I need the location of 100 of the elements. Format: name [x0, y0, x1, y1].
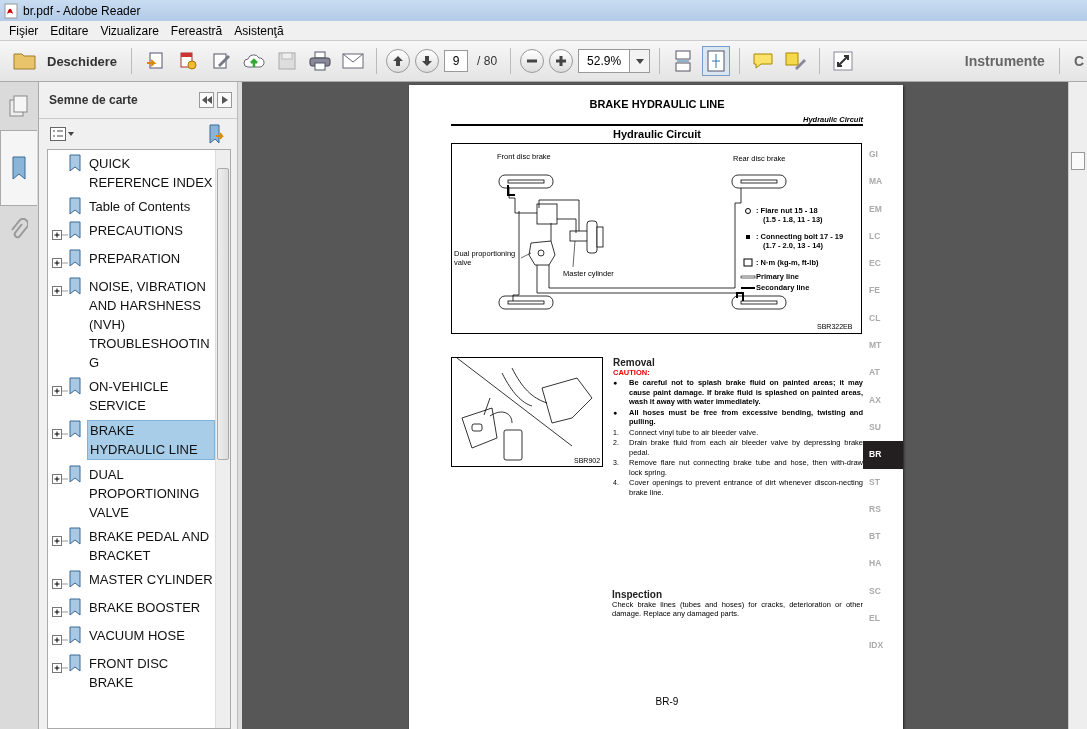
- section-index-label: GI: [868, 148, 879, 161]
- fit-page-button[interactable]: [702, 46, 731, 76]
- expand-toggle-icon[interactable]: [52, 386, 68, 396]
- expand-toggle-icon[interactable]: [52, 286, 68, 296]
- menu-item[interactable]: Fereastră: [164, 23, 229, 38]
- collapse-panel-button[interactable]: [199, 92, 214, 108]
- bookmark-item[interactable]: PRECAUTIONS: [87, 221, 215, 240]
- bookmark-icon: [69, 654, 81, 672]
- previous-page-button[interactable]: [386, 49, 411, 73]
- up-arrow-icon: [392, 55, 405, 67]
- folder-icon: [13, 51, 37, 71]
- printer-icon: [309, 51, 332, 71]
- bookmark-icon: [69, 154, 81, 172]
- leader-line: [572, 240, 576, 268]
- expand-toggle-icon[interactable]: [52, 663, 68, 673]
- cloud-upload-icon: [243, 51, 266, 71]
- section-index-label: AX: [868, 393, 882, 407]
- document-gear-icon: [178, 51, 199, 71]
- panel-tab[interactable]: [0, 130, 37, 206]
- menu-item[interactable]: Fişier: [3, 23, 45, 38]
- menu-item[interactable]: Vizualizare: [94, 23, 165, 38]
- section-index-label: IDX: [868, 639, 885, 653]
- tools-button[interactable]: Instrumente: [959, 50, 1050, 72]
- expand-toggle-icon[interactable]: [52, 258, 68, 268]
- highlighter-icon: [785, 51, 808, 71]
- page-header: BRAKE HYDRAULIC LINE: [588, 98, 726, 110]
- wrench-symbol-icon: [743, 258, 753, 267]
- expand-toggle-icon[interactable]: [52, 429, 68, 439]
- bookmark-item[interactable]: PREPARATION: [87, 249, 215, 268]
- page-number-field[interactable]: 9: [444, 50, 469, 72]
- bookmark-icon: [69, 527, 81, 545]
- inspection-heading: Inspection: [612, 589, 663, 600]
- bookmark-item[interactable]: MASTER CYLINDER: [87, 570, 215, 589]
- section-index-label: AT: [868, 366, 881, 380]
- bookmark-arrow-icon: [208, 124, 226, 144]
- speech-bubble-icon: [752, 51, 775, 71]
- section-index-label: ST: [868, 475, 881, 489]
- section-index-label: MT: [868, 339, 883, 353]
- bookmark-item[interactable]: DUAL PROPORTIONING VALVE: [87, 465, 215, 522]
- bookmark-icon: [69, 570, 81, 588]
- bolt-symbol-icon: [746, 235, 750, 239]
- bookmark-icon: [69, 221, 81, 239]
- bookmark-item[interactable]: BRAKE BOOSTER: [87, 598, 215, 617]
- pencil-document-icon: [211, 51, 232, 71]
- bookmark-icon: [69, 598, 81, 616]
- menu-item[interactable]: Asistenţă: [228, 23, 290, 38]
- open-button[interactable]: Deschidere: [8, 47, 123, 75]
- zoom-dropdown-button[interactable]: [630, 49, 651, 73]
- down-arrow-icon: [421, 55, 434, 67]
- section-index-label: FE: [868, 284, 881, 298]
- plus-icon: [555, 55, 568, 67]
- window-title: br.pdf - Adobe Reader: [23, 3, 141, 18]
- fit-page-icon: [706, 50, 727, 72]
- double-left-arrow-icon: [201, 96, 212, 104]
- expand-toggle-icon[interactable]: [52, 536, 68, 546]
- expand-toggle-icon[interactable]: [52, 474, 68, 484]
- flare-nut-symbol-icon: [745, 208, 751, 214]
- bookmark-item[interactable]: QUICK REFERENCE INDEX: [87, 154, 215, 192]
- bookmark-icon: [69, 197, 81, 215]
- next-page-button[interactable]: [415, 49, 440, 73]
- right-arrow-icon: [221, 96, 228, 104]
- pages-icon: [8, 95, 29, 117]
- bookmark-icon: [69, 277, 81, 295]
- page-number: BR-9: [654, 696, 680, 707]
- expand-toggle-icon[interactable]: [52, 635, 68, 645]
- page-arrows-icon: [673, 50, 694, 72]
- comment-panel-button[interactable]: C: [1068, 50, 1087, 72]
- expand-toggle-icon[interactable]: [52, 230, 68, 240]
- envelope-icon: [342, 53, 365, 69]
- bookmark-item[interactable]: BRAKE PEDAL AND BRACKET: [87, 527, 215, 565]
- bookmark-item[interactable]: ON-VEHICLE SERVICE: [87, 377, 215, 415]
- menu-item[interactable]: Editare: [44, 23, 95, 38]
- expand-toggle-icon[interactable]: [52, 607, 68, 617]
- panel-title: Semne de carte: [49, 93, 139, 107]
- zoom-out-button[interactable]: [520, 49, 545, 73]
- zoom-field[interactable]: 52.9%: [578, 49, 631, 73]
- bookmark-item[interactable]: NOISE, VIBRATION AND HARSHNESS (NVH) TROUBLESHOOTING: [87, 277, 215, 372]
- bookmark-icon: [69, 626, 81, 644]
- bookmark-item[interactable]: FRONT DISC BRAKE: [87, 654, 215, 692]
- diagonal-arrows-icon: [833, 51, 854, 71]
- section-index-label: EL: [868, 612, 881, 626]
- bookmark-item[interactable]: Table of Contents: [87, 197, 215, 216]
- bookmark-icon: [69, 465, 81, 483]
- expand-toggle-icon[interactable]: [52, 579, 68, 589]
- section-index-label: EM: [868, 202, 883, 216]
- caret-icon: [635, 58, 644, 64]
- zoom-in-button[interactable]: [549, 49, 574, 73]
- primary-line-swatch: [740, 275, 756, 279]
- expand-panel-button[interactable]: [217, 92, 232, 108]
- section-index-label: MA: [868, 175, 884, 189]
- bookmark-item[interactable]: BRAKE HYDRAULIC LINE: [87, 420, 215, 460]
- bookmark-item[interactable]: VACUUM HOSE: [87, 626, 215, 645]
- scrollbar[interactable]: [215, 150, 230, 728]
- bookmark-icon: [69, 377, 81, 395]
- section-index-label: HA: [868, 557, 883, 571]
- scrollbar[interactable]: [1068, 82, 1087, 729]
- section-index-label: BR: [863, 441, 903, 469]
- options-button[interactable]: [47, 124, 77, 144]
- section-index-label: RS: [868, 502, 882, 516]
- section-index-label: SU: [868, 420, 882, 434]
